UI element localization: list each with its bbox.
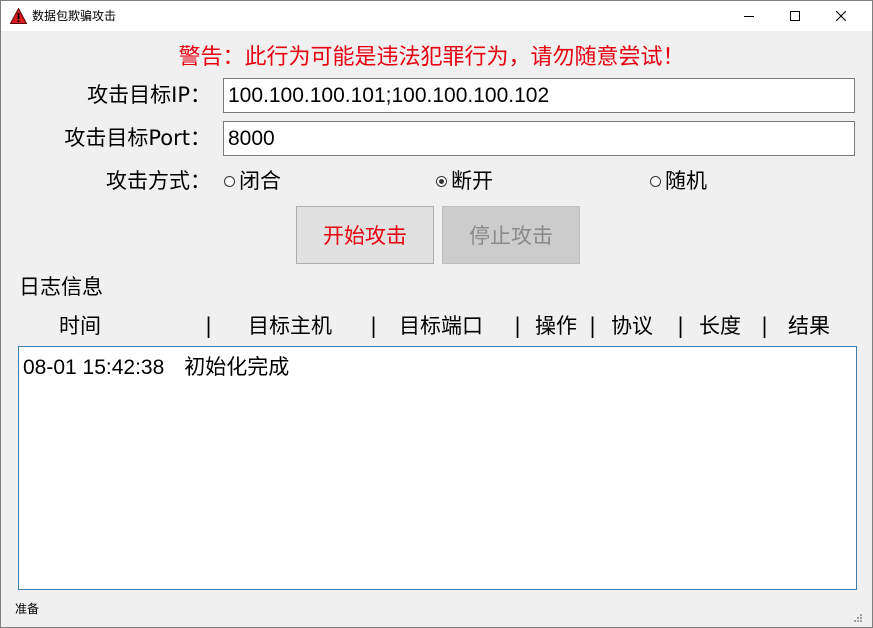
minimize-button[interactable]	[726, 1, 772, 31]
mode-radio-label: 随机	[665, 169, 707, 193]
log-entry-time: 08-01 15:42:38	[23, 356, 165, 379]
column-header-time: 时间	[59, 314, 101, 338]
warning-text: 警告：此行为可能是违法犯罪行为，请勿随意尝试！	[178, 45, 685, 70]
column-separator: |	[370, 314, 378, 338]
log-list[interactable]: 08-01 15:42:38 初始化完成	[18, 346, 857, 590]
warning-triangle-icon	[9, 7, 28, 24]
mode-radio-random[interactable]: 随机	[650, 167, 707, 195]
target-port-label: 攻击目标Port：	[64, 126, 211, 150]
column-separator: |	[205, 314, 213, 338]
radio-checked-icon[interactable]	[436, 175, 447, 187]
column-header-operation: 操作	[535, 314, 577, 338]
column-separator: |	[761, 314, 769, 338]
resize-grip-icon[interactable]	[853, 608, 863, 622]
start-attack-button[interactable]: 开始攻击	[296, 206, 434, 264]
maximize-button[interactable]	[772, 1, 818, 31]
log-section-title: 日志信息	[19, 275, 103, 299]
log-entry[interactable]: 08-01 15:42:38 初始化完成	[23, 353, 289, 382]
column-separator: |	[514, 314, 522, 338]
attack-mode-label: 攻击方式：	[106, 169, 211, 193]
radio-circle-icon[interactable]	[224, 175, 235, 187]
column-header-target-port: 目标端口	[399, 314, 483, 338]
column-header-target-host: 目标主机	[248, 314, 332, 338]
stop-attack-button[interactable]: 停止攻击	[442, 206, 580, 264]
app-window: 数据包欺骗攻击 警告：此行为可能是违法犯罪行为，请勿随意尝试！ 攻击目标IP： …	[0, 0, 873, 628]
target-port-input[interactable]: 8000	[223, 121, 855, 156]
radio-circle-icon[interactable]	[650, 175, 661, 187]
window-title: 数据包欺骗攻击	[32, 9, 117, 23]
minimize-icon	[744, 11, 754, 21]
log-entry-message: 初始化完成	[184, 355, 290, 379]
column-header-result: 结果	[788, 314, 830, 338]
target-ip-label: 攻击目标IP：	[87, 83, 211, 107]
main-panel: 警告：此行为可能是违法犯罪行为，请勿随意尝试！ 攻击目标IP： 100.100.…	[1, 31, 872, 627]
column-separator: |	[677, 314, 685, 338]
title-bar[interactable]: 数据包欺骗攻击	[1, 1, 872, 31]
close-button[interactable]	[818, 1, 864, 31]
mode-radio-label: 断开	[451, 169, 493, 193]
maximize-icon	[790, 11, 800, 21]
status-bar-text: 准备	[15, 602, 40, 616]
close-icon	[836, 11, 846, 21]
mode-radio-label: 闭合	[239, 169, 281, 193]
mode-radio-close[interactable]: 闭合	[224, 167, 281, 195]
target-ip-input[interactable]: 100.100.100.101;100.100.100.102	[223, 78, 855, 113]
column-separator: |	[589, 314, 597, 338]
mode-radio-disconnect[interactable]: 断开	[436, 167, 493, 195]
column-header-length: 长度	[699, 314, 741, 338]
column-header-protocol: 协议	[611, 314, 653, 338]
